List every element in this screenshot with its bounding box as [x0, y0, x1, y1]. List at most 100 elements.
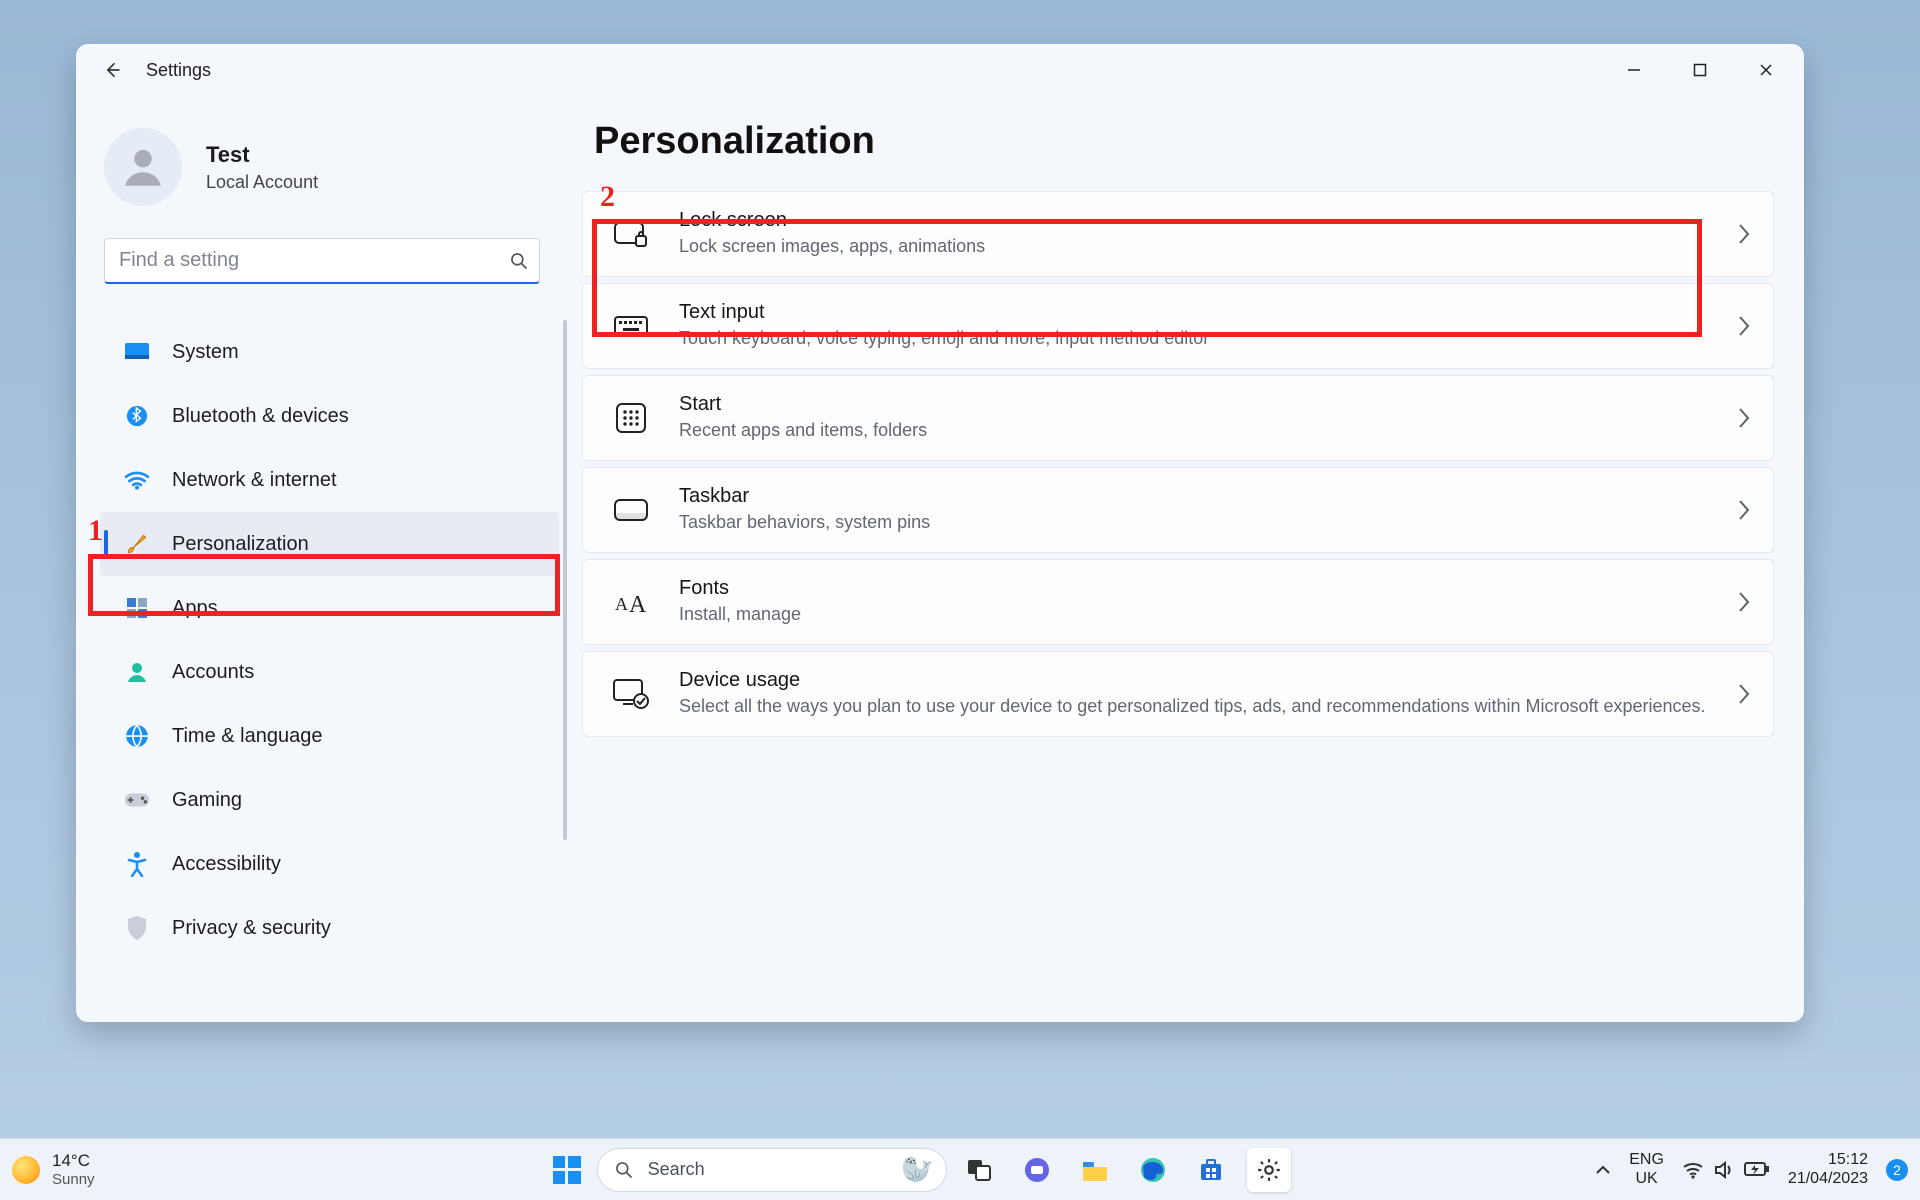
taskbar-explorer[interactable] — [1073, 1148, 1117, 1192]
card-title: Start — [679, 393, 1737, 416]
nav-scrollbar[interactable] — [563, 320, 567, 840]
arrow-left-icon — [102, 60, 122, 80]
nav-column: Test Local Account System — [76, 96, 568, 1022]
nav-item-network[interactable]: Network & internet — [100, 448, 559, 512]
nav-item-time-language[interactable]: Time & language — [100, 704, 559, 768]
card-desc: Taskbar behaviors, system pins — [679, 510, 1737, 534]
nav-label: Privacy & security — [172, 917, 331, 940]
chevron-right-icon — [1737, 499, 1751, 521]
chevron-right-icon — [1737, 315, 1751, 337]
sun-icon — [12, 1156, 40, 1184]
nav-label: Gaming — [172, 789, 242, 812]
nav-label: Time & language — [172, 725, 322, 748]
search-icon — [614, 1160, 634, 1180]
nav-item-accounts[interactable]: Accounts — [100, 640, 559, 704]
lock-screen-icon — [611, 220, 651, 248]
card-title: Lock screen — [679, 209, 1737, 232]
card-title: Device usage — [679, 669, 1737, 692]
search-box[interactable] — [104, 238, 540, 284]
taskbar: 14°C Sunny Search 🦭 ENG UK — [0, 1138, 1920, 1200]
profile-name: Test — [206, 142, 318, 168]
card-start[interactable]: Start Recent apps and items, folders — [582, 375, 1774, 461]
minimize-icon — [1627, 63, 1641, 77]
nav-item-system[interactable]: System — [100, 320, 559, 384]
minimize-button[interactable] — [1614, 50, 1654, 90]
weather-temp: 14°C — [52, 1151, 95, 1171]
time-language-icon — [124, 723, 150, 749]
page-title: Personalization — [594, 120, 1774, 163]
card-desc: Lock screen images, apps, animations — [679, 234, 1737, 258]
nav-item-accessibility[interactable]: Accessibility — [100, 832, 559, 896]
taskbar-task-view[interactable] — [957, 1148, 1001, 1192]
taskbar-icon — [611, 499, 651, 521]
close-button[interactable] — [1746, 50, 1786, 90]
nav-item-privacy[interactable]: Privacy & security — [100, 896, 559, 960]
chevron-right-icon — [1737, 591, 1751, 613]
account-icon — [124, 659, 150, 685]
settings-window: Settings Test Local Account — [76, 44, 1804, 1022]
volume-icon — [1714, 1161, 1734, 1179]
clock-date: 21/04/2023 — [1788, 1170, 1868, 1188]
nav-item-personalization[interactable]: Personalization — [100, 512, 559, 576]
card-taskbar[interactable]: Taskbar Taskbar behaviors, system pins — [582, 467, 1774, 553]
tray-system-icons[interactable] — [1682, 1161, 1770, 1179]
apps-icon — [124, 595, 150, 621]
nav-label: Accessibility — [172, 853, 281, 876]
taskbar-edge[interactable] — [1131, 1148, 1175, 1192]
back-button[interactable] — [92, 50, 132, 90]
system-icon — [124, 339, 150, 365]
taskbar-search[interactable]: Search 🦭 — [597, 1148, 947, 1192]
nav-item-bluetooth[interactable]: Bluetooth & devices — [100, 384, 559, 448]
fonts-icon: AA — [611, 588, 651, 616]
privacy-icon — [124, 915, 150, 941]
bluetooth-icon — [124, 403, 150, 429]
profile-block[interactable]: Test Local Account — [76, 116, 568, 228]
lang-bottom: UK — [1629, 1170, 1664, 1188]
main-content: Personalization Lock screen Lock screen … — [568, 96, 1804, 1022]
nav-label: Accounts — [172, 661, 254, 684]
maximize-icon — [1693, 63, 1707, 77]
wifi-icon — [124, 467, 150, 493]
notification-count: 2 — [1893, 1162, 1901, 1178]
search-input[interactable] — [119, 249, 509, 272]
tray-clock[interactable]: 15:12 21/04/2023 — [1788, 1151, 1868, 1188]
start-menu-icon — [611, 403, 651, 433]
chevron-up-icon — [1595, 1164, 1611, 1176]
taskbar-store[interactable] — [1189, 1148, 1233, 1192]
tray-overflow[interactable] — [1595, 1164, 1611, 1176]
avatar — [104, 128, 182, 206]
nav-label: Personalization — [172, 533, 309, 556]
card-text-input[interactable]: Text input Touch keyboard, voice typing,… — [582, 283, 1774, 369]
close-icon — [1759, 63, 1773, 77]
nav-label: Network & internet — [172, 469, 337, 492]
window-title: Settings — [146, 60, 211, 81]
nav-item-apps[interactable]: Apps — [100, 576, 559, 640]
card-device-usage[interactable]: Device usage Select all the ways you pla… — [582, 651, 1774, 737]
wifi-icon — [1682, 1161, 1704, 1179]
card-lock-screen[interactable]: Lock screen Lock screen images, apps, an… — [582, 191, 1774, 277]
taskbar-search-graphic: 🦭 — [901, 1154, 933, 1185]
maximize-button[interactable] — [1680, 50, 1720, 90]
taskbar-search-label: Search — [648, 1159, 705, 1180]
weather-cond: Sunny — [52, 1171, 95, 1188]
nav-label: Bluetooth & devices — [172, 405, 349, 428]
brush-icon — [124, 531, 150, 557]
nav-label: Apps — [172, 597, 218, 620]
chevron-right-icon — [1737, 683, 1751, 705]
card-desc: Install, manage — [679, 602, 1737, 626]
start-button[interactable] — [547, 1150, 587, 1190]
card-title: Text input — [679, 301, 1737, 324]
settings-cards: Lock screen Lock screen images, apps, an… — [582, 191, 1774, 737]
tray-language[interactable]: ENG UK — [1629, 1151, 1664, 1188]
card-desc: Touch keyboard, voice typing, emoji and … — [679, 326, 1737, 350]
taskbar-chat[interactable] — [1015, 1148, 1059, 1192]
person-icon — [118, 142, 168, 192]
taskbar-weather[interactable]: 14°C Sunny — [12, 1151, 242, 1188]
chevron-right-icon — [1737, 407, 1751, 429]
card-fonts[interactable]: AA Fonts Install, manage — [582, 559, 1774, 645]
tray-notifications[interactable]: 2 — [1886, 1159, 1908, 1181]
title-bar: Settings — [76, 44, 1804, 96]
nav-item-gaming[interactable]: Gaming — [100, 768, 559, 832]
accessibility-icon — [124, 851, 150, 877]
taskbar-settings[interactable] — [1247, 1148, 1291, 1192]
